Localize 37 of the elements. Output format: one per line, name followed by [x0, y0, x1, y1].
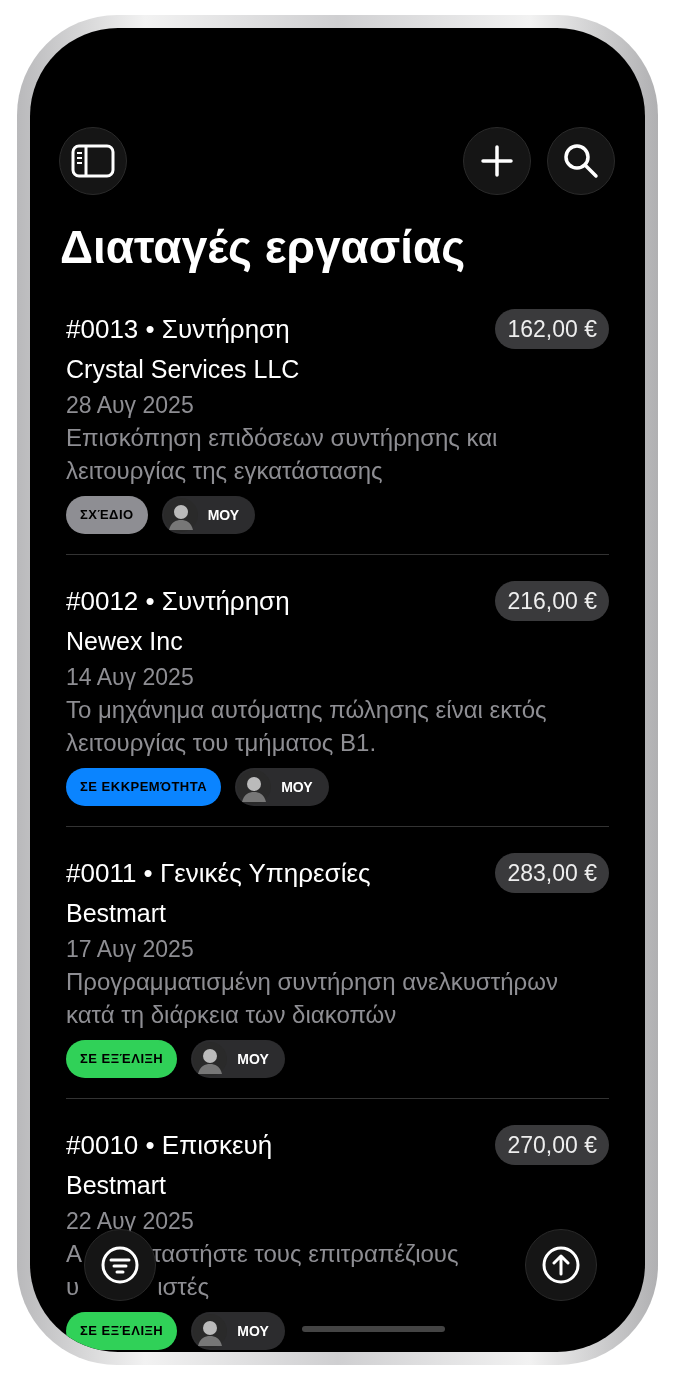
order-date: 14 Αυγ 2025 [66, 663, 195, 692]
order-heading: #0013 • Συντήρηση [66, 313, 290, 345]
order-description: Προγραμματισμένη συντήρηση ανελκυστήρων κατά τη διάρκεια των διακοπών [66, 967, 559, 1030]
order-heading: #0010 • Επισκευή [66, 1129, 273, 1161]
sidebar-icon [71, 144, 115, 178]
order-date: 22 Αυγ 2025 [66, 1207, 195, 1236]
assignee-label: ΜΟΥ [237, 1323, 269, 1339]
amount-badge: 162,00 € [495, 309, 609, 349]
status-badge: ΣΕ ΕΚΚΡΕΜΌΤΗΤΑ [66, 768, 222, 806]
arrow-up-icon [541, 1245, 581, 1285]
order-description: Το μηχάνημα αυτόματης πώλησης είναι εκτός λειτουργίας του τμήματος Β1. [66, 695, 548, 758]
customer-name: Crystal Services LLC [66, 354, 301, 385]
description-fragment: ιστές [157, 1272, 209, 1302]
order-heading: #0012 • Συντήρηση [66, 585, 290, 617]
description-fragment: Α [66, 1239, 82, 1269]
plus-icon [481, 145, 513, 177]
customer-name: Bestmart [66, 1170, 168, 1201]
order-date: 28 Αυγ 2025 [66, 391, 195, 420]
assignee-label: ΜΟΥ [281, 779, 313, 795]
status-badge: ΣΕ ΕΞΈΛΙΞΗ [66, 1040, 178, 1078]
description-fragment: ταστήστε τους επιτραπέζιους [152, 1239, 459, 1269]
order-heading: #0011 • Γενικές Υπηρεσίες [66, 857, 371, 889]
order-description: Επισκόπηση επιδόσεων συντήρησης και λειτουργίας της εγκατάστασης [66, 423, 499, 486]
amount-badge: 270,00 € [495, 1125, 609, 1165]
assignee-label: ΜΟΥ [237, 1051, 269, 1067]
order-date: 17 Αυγ 2025 [66, 935, 195, 964]
customer-name: Newex Inc [66, 626, 184, 657]
search-icon [563, 143, 599, 179]
status-badge: ΣΧΈΔΙΟ [66, 496, 148, 534]
amount-badge: 216,00 € [495, 581, 609, 621]
status-badge: ΣΕ ΕΞΈΛΙΞΗ [66, 1312, 178, 1350]
page-title: Διαταγές εργασίας [60, 220, 467, 275]
customer-name: Bestmart [66, 898, 168, 929]
description-fragment: υ [66, 1272, 80, 1302]
assignee-label: ΜΟΥ [207, 507, 240, 523]
filter-icon [100, 1245, 140, 1285]
amount-badge: 283,00 € [495, 853, 609, 893]
